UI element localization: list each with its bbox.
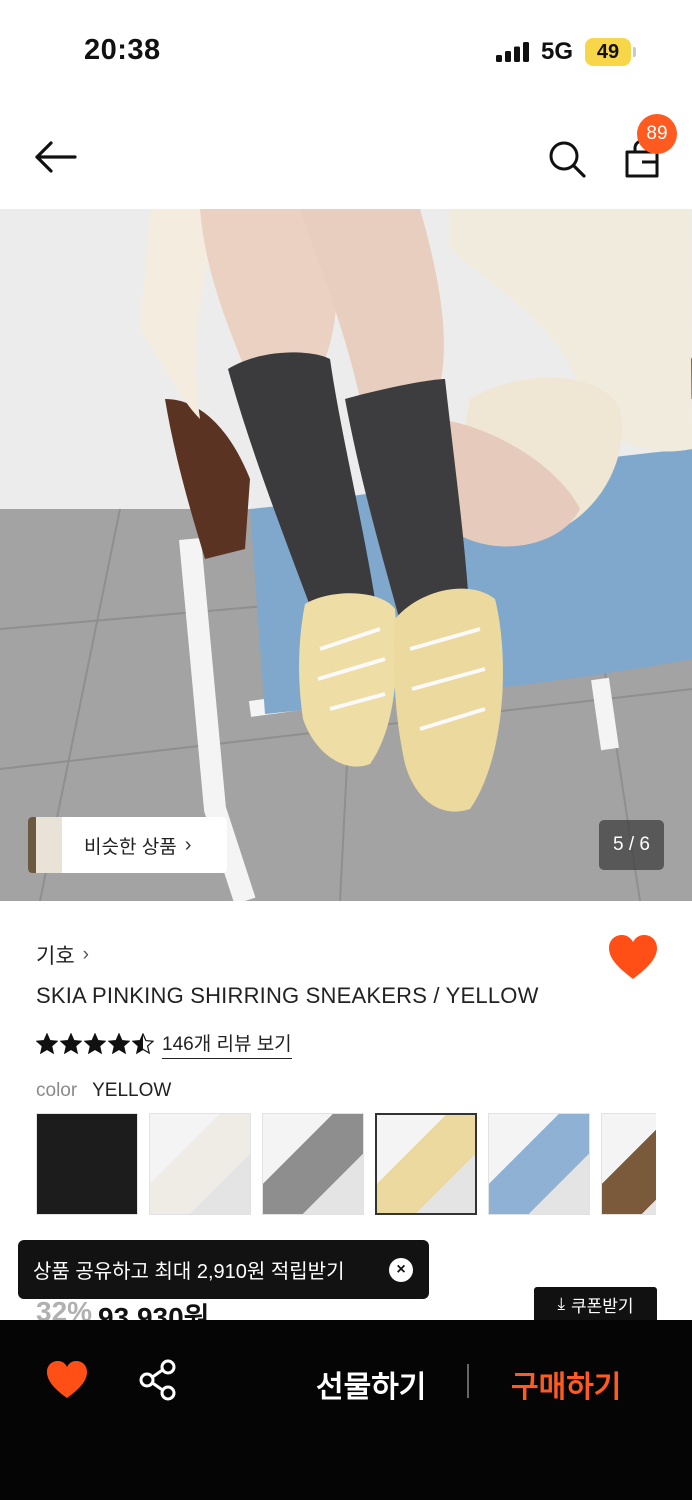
rating-row: 146개 리뷰 보기: [36, 1029, 292, 1059]
star-icon: [60, 1033, 82, 1055]
product-image[interactable]: [0, 209, 692, 901]
brand-name: 기호: [36, 945, 75, 968]
coupon-button[interactable]: ⤓ 쿠폰받기: [534, 1287, 657, 1321]
similar-products-button[interactable]: 비슷한 상품 ›: [28, 817, 227, 873]
chevron-right-icon: ›: [82, 944, 89, 965]
color-swatch-yellow[interactable]: [375, 1113, 477, 1215]
share-icon[interactable]: [136, 1358, 180, 1402]
color-swatch-blue[interactable]: [488, 1113, 590, 1215]
similar-thumbnail: [28, 817, 62, 873]
color-value: YELLOW: [92, 1080, 172, 1101]
battery-indicator: 49: [585, 38, 631, 66]
divider: [467, 1364, 469, 1398]
star-icon: [108, 1033, 130, 1055]
back-arrow-icon: [35, 141, 77, 173]
color-row: color YELLOW: [36, 1080, 171, 1102]
back-button[interactable]: [30, 132, 80, 182]
color-swatch-grey[interactable]: [262, 1113, 364, 1215]
image-page-indicator: 5 / 6: [599, 820, 664, 870]
cart-count-badge: 89: [637, 114, 677, 154]
share-reward-toast: 상품 공유하고 최대 2,910원 적립받기 ×: [18, 1240, 429, 1299]
status-bar: 20:38 5G 49: [0, 0, 692, 100]
brand-link[interactable]: 기호 ›: [36, 940, 89, 970]
star-icon: [36, 1033, 58, 1055]
close-icon[interactable]: ×: [389, 1258, 413, 1282]
star-rating: [36, 1033, 154, 1055]
battery-tip: [633, 47, 636, 57]
search-icon: [549, 141, 586, 178]
top-nav: [0, 110, 692, 208]
product-photo: [0, 209, 692, 901]
search-button[interactable]: [540, 132, 594, 186]
status-time: 20:38: [84, 34, 161, 66]
signal-icon: [496, 42, 529, 62]
review-link[interactable]: 146개 리뷰 보기: [162, 1029, 292, 1059]
discount-rate: 32%: [36, 1296, 93, 1322]
heart-icon[interactable]: [45, 1358, 89, 1402]
network-label: 5G: [541, 38, 574, 65]
color-label: color: [36, 1080, 78, 1101]
color-swatch-brown[interactable]: [601, 1113, 656, 1215]
star-icon: [84, 1033, 106, 1055]
gift-button[interactable]: 선물하기: [316, 1362, 426, 1406]
bottom-action-bar: 선물하기 구매하기: [0, 1320, 692, 1500]
heart-icon[interactable]: [607, 934, 659, 982]
chevron-right-icon: ›: [184, 833, 192, 856]
download-icon: ⤓: [557, 1294, 565, 1313]
color-swatch-white[interactable]: [149, 1113, 251, 1215]
color-swatch-list: [36, 1113, 656, 1215]
toast-text: 상품 공유하고 최대 2,910원 적립받기: [33, 1261, 345, 1283]
similar-products-label: 비슷한 상품: [84, 836, 177, 858]
color-swatch-black[interactable]: [36, 1113, 138, 1215]
price-row: 32% 93,930원: [36, 1296, 209, 1322]
buy-button[interactable]: 구매하기: [511, 1362, 621, 1406]
sale-price: 93,930원: [98, 1302, 210, 1322]
star-icon: [132, 1033, 154, 1055]
coupon-label: 쿠폰받기: [570, 1296, 634, 1316]
product-name: SKIA PINKING SHIRRING SNEAKERS / YELLOW: [36, 983, 539, 1008]
